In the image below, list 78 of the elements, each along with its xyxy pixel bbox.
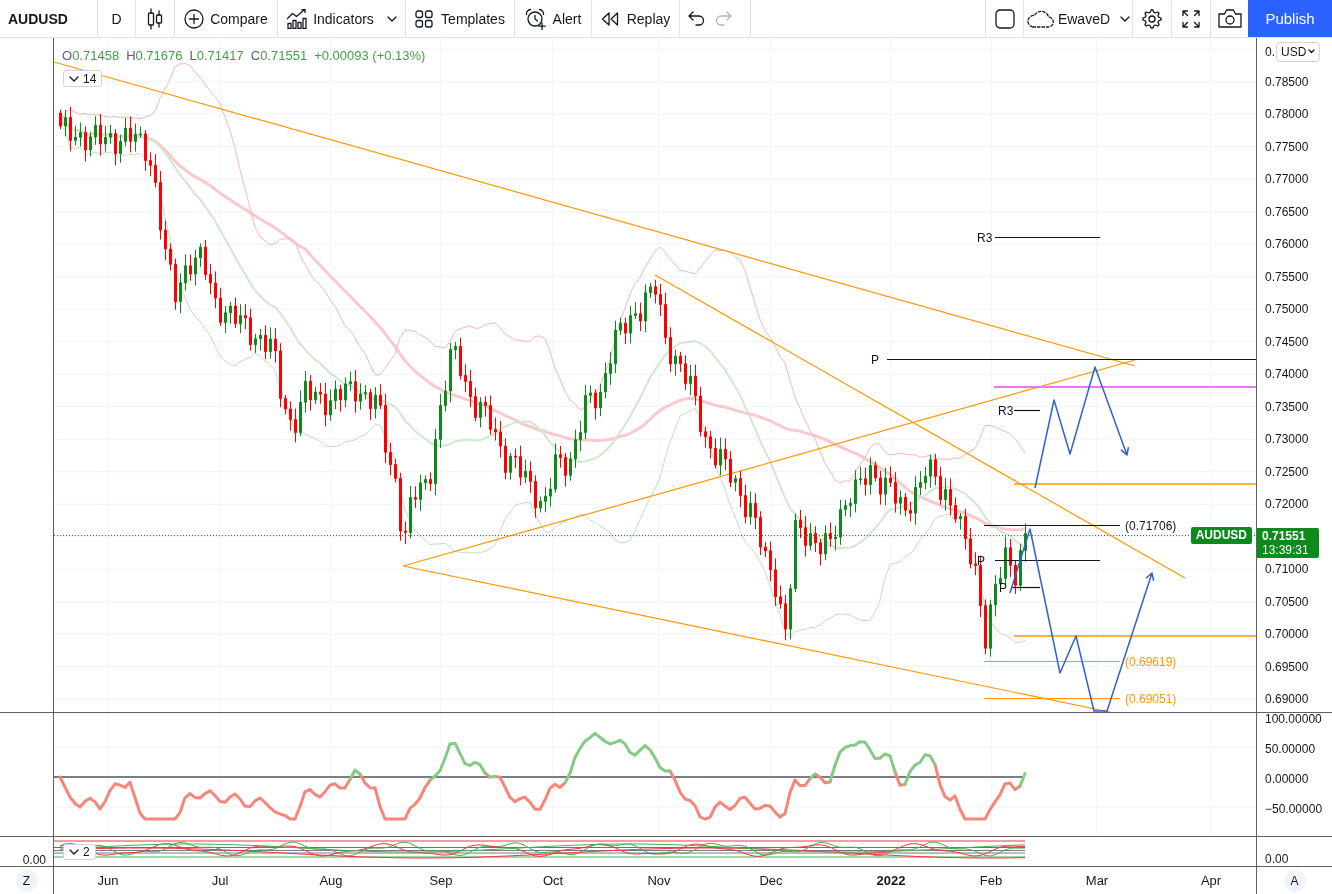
collapse-button[interactable]: 14 — [63, 70, 103, 87]
axis-label: 50.00000 — [1265, 743, 1316, 755]
time-label: Feb — [979, 873, 1003, 888]
price-change: +0.00093 (+0.13%) — [314, 48, 426, 63]
ohlc-value: L0.71417 — [189, 48, 244, 63]
axis-label: 0.72500 — [1265, 465, 1309, 478]
axis-label: 0.76500 — [1265, 205, 1309, 218]
axis-label: 0.70000 — [1265, 628, 1309, 641]
chevron-down-icon — [69, 849, 79, 855]
axis-label: 0.76000 — [1265, 238, 1309, 251]
level-label: (0.69051) — [1125, 691, 1177, 706]
time-label: Dec — [759, 873, 783, 888]
axis-label: −50.00000 — [1265, 803, 1323, 815]
collapse-button[interactable]: 2 — [63, 844, 96, 860]
level-label: R3 — [998, 403, 1014, 418]
axis-label: 0.77500 — [1265, 140, 1309, 153]
axis-label: 100.00000 — [1265, 713, 1322, 725]
axis-label: 0.74500 — [1265, 335, 1309, 348]
level-label: (0.69619) — [1125, 654, 1177, 669]
axis-label: 0.73000 — [1265, 433, 1309, 446]
cloud-layout-button[interactable]: EwaveD — [1023, 0, 1132, 37]
axis-label: 0.69000 — [1265, 693, 1309, 706]
scale-mode-button[interactable]: Z — [15, 869, 38, 892]
time-label: 2022 — [876, 873, 906, 888]
time-label: Jun — [97, 873, 119, 888]
ohlc-value: H0.71676 — [126, 48, 183, 63]
ohlc-value: O0.71458 — [62, 48, 120, 63]
fullscreen-icon — [1182, 9, 1200, 28]
axis-label: 0.00 — [22, 854, 46, 866]
candlestick-icon — [147, 7, 163, 30]
currency-button[interactable]: USD — [1276, 41, 1321, 62]
rewind-icon — [600, 11, 619, 26]
axis-label: 0.69500 — [1265, 660, 1309, 673]
level-label: R3 — [977, 230, 993, 245]
square-icon — [994, 8, 1015, 29]
axis-label: 0.78500 — [1265, 75, 1309, 88]
time-label: Sep — [429, 873, 453, 888]
time-label: Apr — [1200, 873, 1222, 888]
last-price: 0.71551 — [1262, 529, 1307, 544]
chevron-down-icon — [1308, 49, 1316, 55]
time-label: Aug — [319, 873, 343, 888]
time-label: Mar — [1085, 873, 1109, 888]
alarm-clock-icon — [524, 7, 547, 30]
axis-label: 0.73500 — [1265, 400, 1309, 413]
countdown-timer: 13:39:31 — [1262, 543, 1310, 558]
axis-label: 0.72000 — [1265, 498, 1309, 511]
time-label: Jul — [211, 873, 229, 888]
camera-icon — [1217, 9, 1242, 28]
symbol-tag: AUDUSD — [1190, 527, 1252, 544]
cloud-icon — [1025, 9, 1054, 28]
axis-label: 0.74000 — [1265, 368, 1309, 381]
axis-label: 0.00 — [1265, 853, 1289, 865]
undo-icon — [687, 10, 705, 27]
axis-label: 0.71000 — [1265, 563, 1309, 576]
level-label: P — [871, 352, 879, 367]
ohlc-value: C0.71551 — [250, 48, 308, 63]
axis-label: 0. — [1265, 45, 1275, 58]
chevron-down-icon — [1120, 15, 1131, 22]
level-line — [1013, 409, 1041, 412]
axis-label: 0.75500 — [1265, 270, 1309, 283]
plus-circle-icon — [184, 8, 205, 29]
axis-label: 0.70500 — [1265, 595, 1309, 608]
chevron-down-icon — [69, 75, 79, 82]
axis-label: 0.77000 — [1265, 173, 1309, 186]
chart-icon — [286, 8, 309, 29]
axis-label: 0.78000 — [1265, 108, 1309, 121]
chevron-down-icon — [386, 15, 397, 22]
level-line — [1011, 586, 1041, 589]
axis-label: 0.75000 — [1265, 303, 1309, 316]
settings-icon — [1142, 8, 1162, 29]
four-squares-icon — [415, 9, 434, 28]
time-label: Oct — [542, 873, 564, 888]
time-label: Nov — [647, 873, 671, 888]
axis-label: 0.00000 — [1265, 773, 1309, 785]
level-label: (0.71706) — [1125, 518, 1177, 533]
scale-mode-button[interactable]: A — [1283, 869, 1306, 892]
redo-icon — [714, 10, 732, 27]
publish-button[interactable]: Publish — [1248, 0, 1332, 37]
